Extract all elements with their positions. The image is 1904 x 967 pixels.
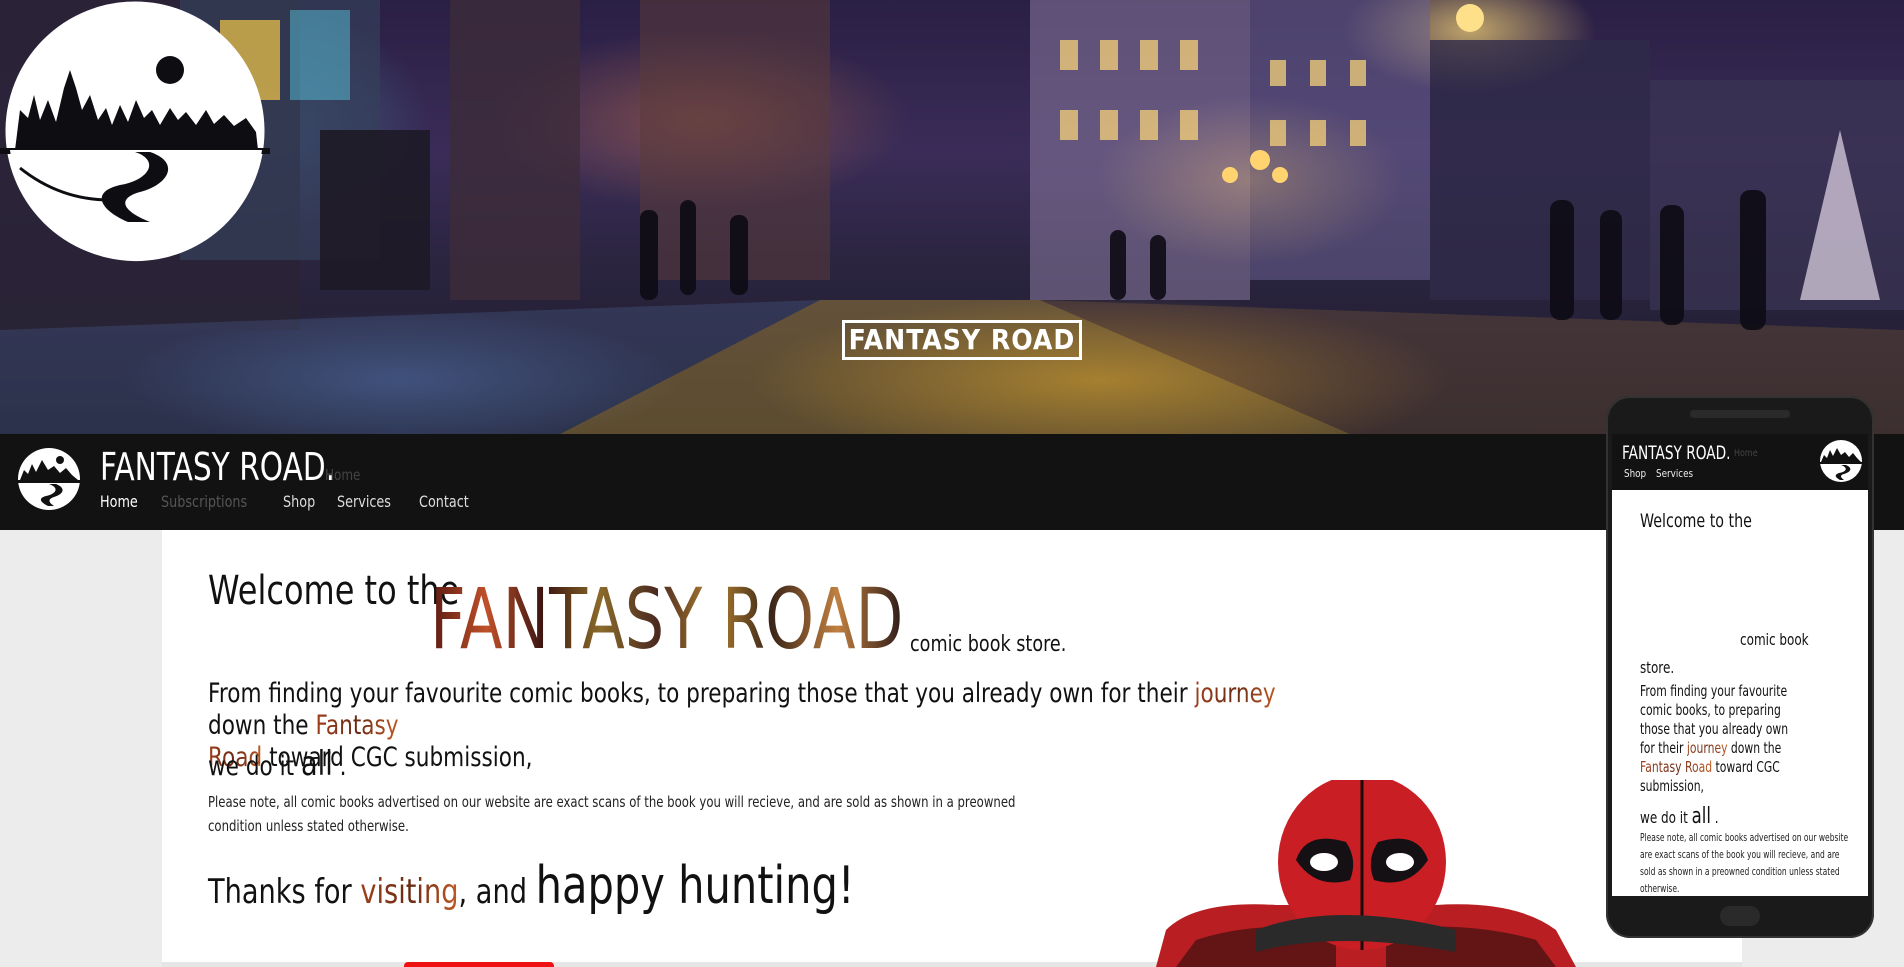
doit-all: all: [300, 744, 333, 784]
phone-condition-note: Please note, all comic books advertised …: [1640, 830, 1852, 896]
welcome-prefix: Welcome to the: [208, 568, 460, 614]
intro-paragraph: From finding your favourite comic books,…: [208, 678, 1308, 774]
phone-welcome: Welcome to the: [1640, 510, 1752, 532]
phone-store-suffix-b: store.: [1640, 658, 1675, 677]
phone-screen: FANTASY ROAD. Home Shop Services Welcome…: [1612, 434, 1868, 896]
nav-link-services[interactable]: Services: [337, 492, 391, 514]
phone-intro-paragraph: From finding your favourite comic books,…: [1640, 682, 1800, 796]
intro-fantasy: Fantasy: [315, 710, 399, 741]
phone-intro-b: down the: [1730, 739, 1782, 757]
condition-note-text: Please note, all comic books advertised …: [208, 793, 1016, 835]
phone-nav-link-shop[interactable]: Shop: [1624, 467, 1646, 480]
phone-speaker: [1690, 410, 1790, 418]
fantasy-road-logo-emblem: [0, 1, 270, 262]
phone-we-do-it-all: we do it all .: [1640, 804, 1719, 829]
store-suffix: comic book store.: [910, 632, 1067, 657]
phone-nav-link-services[interactable]: Services: [1656, 467, 1693, 480]
thanks-happy-hunting: happy hunting!: [535, 856, 855, 916]
nav-link-contact[interactable]: Contact: [419, 492, 469, 514]
phone-store-suffix-a: comic book: [1740, 630, 1809, 649]
bottom-red-tab[interactable]: [404, 962, 554, 967]
thanks-mid: , and: [458, 872, 527, 912]
phone-doit-suffix: .: [1714, 808, 1719, 827]
phone-doit-prefix: we do it: [1640, 808, 1688, 827]
deadpool-illustration: [1156, 780, 1576, 967]
intro-journey: journey: [1194, 678, 1276, 709]
phone-logo-icon[interactable]: [1818, 438, 1864, 484]
phone-brand[interactable]: FANTASY ROAD.: [1622, 442, 1731, 464]
navbar-brand[interactable]: FANTASY ROAD.: [100, 442, 335, 492]
condition-note: Please note, all comic books advertised …: [208, 790, 1048, 838]
hero-city-scene: [0, 0, 1904, 434]
intro-text-2: down the: [208, 710, 309, 741]
phone-intro-journey: journey: [1686, 739, 1728, 757]
phone-intro-fantasy: Fantasy Road: [1640, 758, 1713, 776]
phone-nav-links: Shop Services: [1624, 464, 1703, 482]
intro-text-1: From finding your favourite comic books,…: [208, 678, 1188, 709]
brand-title-large: FANTASY ROAD: [430, 570, 904, 668]
navbar-links: Home Subscriptions Shop Services Contact: [100, 492, 495, 514]
hero-logo-text: FANTASY ROAD: [842, 320, 1082, 360]
doit-prefix: we do it: [208, 751, 295, 782]
doit-suffix: .: [339, 751, 347, 782]
hero-banner: FANTASY ROAD: [0, 0, 1904, 434]
phone-big-line2: ROAD: [1638, 591, 1748, 651]
navbar-home-faint-label: Home: [325, 466, 361, 484]
phone-condition-note-text: Please note, all comic books advertised …: [1640, 832, 1849, 895]
phone-doit-all: all: [1691, 804, 1711, 829]
thanks-prefix: Thanks for: [208, 872, 352, 912]
thanks-line: Thanks for visiting, and happy hunting!: [208, 856, 855, 916]
nav-link-shop[interactable]: Shop: [283, 492, 315, 514]
we-do-it-all: we do it all .: [208, 744, 347, 784]
navbar-logo-icon[interactable]: [16, 446, 82, 512]
thanks-visiting: visiting: [360, 872, 459, 912]
nav-link-home[interactable]: Home: [100, 492, 138, 514]
phone-big-line1: FANTASY: [1638, 533, 1802, 593]
phone-home-faint-label: Home: [1734, 448, 1758, 459]
nav-link-subscriptions[interactable]: Subscriptions: [161, 492, 247, 514]
phone-home-button: [1720, 906, 1760, 926]
